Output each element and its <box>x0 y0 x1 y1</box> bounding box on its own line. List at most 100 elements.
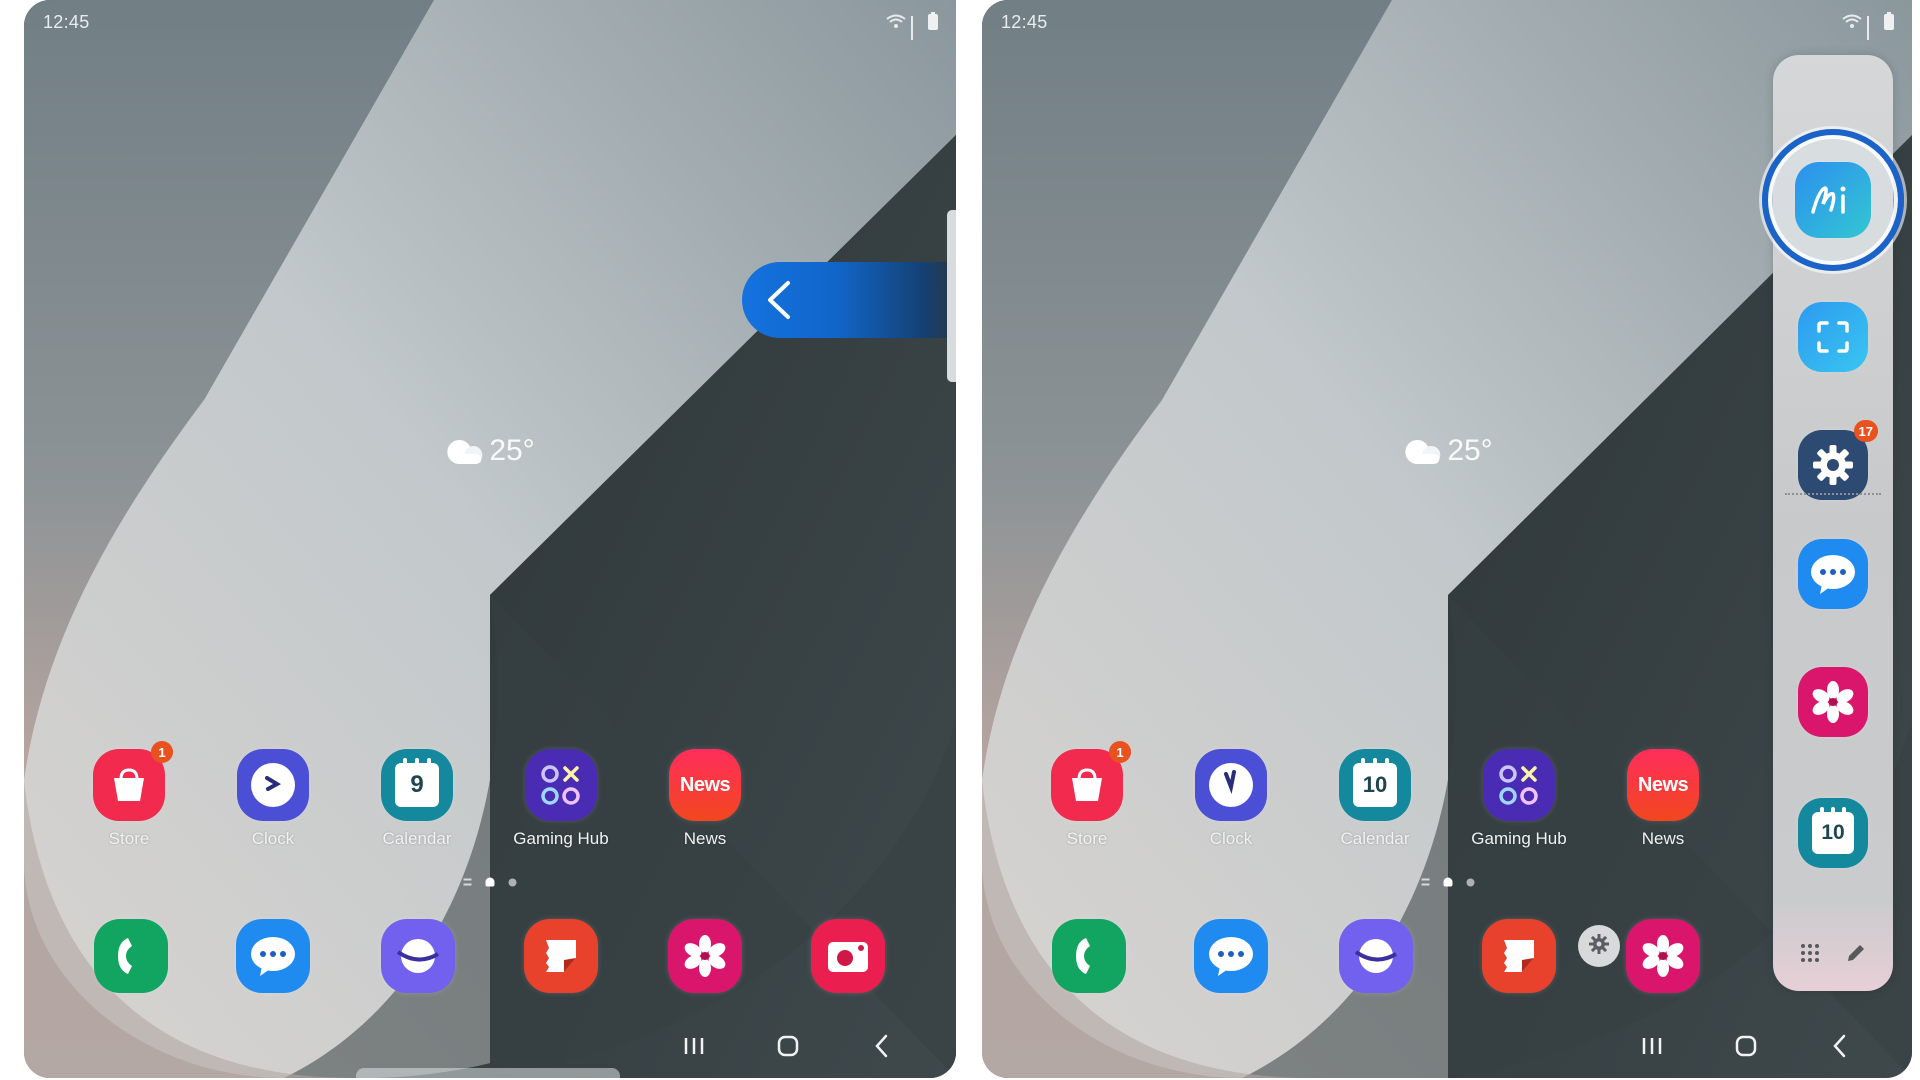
internet-icon <box>1339 919 1413 993</box>
gallery-icon <box>1626 919 1700 993</box>
weather-temperature: 25° <box>489 434 535 467</box>
left-phone-screen: 12:45 25° 1 Store Clock 9 Calendar Gamin… <box>24 0 956 1078</box>
battery-icon <box>1884 12 1894 30</box>
page-dot <box>508 878 517 886</box>
home-icon[interactable] <box>1731 1031 1761 1061</box>
edge-item-calendar[interactable]: 10 <box>1798 798 1868 868</box>
back-icon[interactable] <box>867 1031 897 1061</box>
calendar-day: 9 <box>410 771 424 798</box>
edge-item-messages[interactable] <box>1798 539 1868 609</box>
app-clock[interactable]: Clock <box>1181 749 1281 849</box>
internet-icon <box>381 919 455 993</box>
app-label: Clock <box>251 829 295 848</box>
app-label: Clock <box>1209 829 1253 848</box>
dock-internet[interactable] <box>1339 919 1413 993</box>
cloud-icon <box>445 438 485 464</box>
app-news[interactable]: News News <box>655 749 755 849</box>
dock-notes[interactable] <box>524 919 598 993</box>
wallpaper <box>24 0 956 1078</box>
app-label: Gaming Hub <box>513 829 609 848</box>
app-news[interactable]: News News <box>1613 749 1713 849</box>
wifi-icon <box>1842 14 1862 30</box>
edge-panel-footer <box>1773 942 1893 969</box>
edge-panel-swipe-handle[interactable] <box>742 262 956 338</box>
weather-widget[interactable]: 25° <box>1403 434 1493 468</box>
dock-messages[interactable] <box>1194 919 1268 993</box>
calendar-day: 10 <box>1362 772 1388 797</box>
messages-icon <box>1194 919 1268 993</box>
notification-badge: 1 <box>151 741 173 763</box>
dock-phone[interactable] <box>94 919 168 993</box>
page-indicator[interactable] <box>463 877 517 887</box>
wifi-icon <box>886 14 906 30</box>
edge-item-screen-capture[interactable] <box>1798 302 1868 372</box>
dock-gallery[interactable] <box>668 919 742 993</box>
app-calendar[interactable]: 10 Calendar <box>1325 749 1425 849</box>
page-indicator[interactable] <box>1421 877 1475 887</box>
shopping-bag-icon: 1 <box>93 741 173 821</box>
clock-icon <box>1195 749 1267 821</box>
status-bar: 12:45 <box>982 0 1912 44</box>
app-label: Calendar <box>1340 829 1410 848</box>
edge-item-gallery[interactable] <box>1798 667 1868 737</box>
home-icon[interactable] <box>773 1031 803 1061</box>
notification-badge: 1 <box>1109 741 1131 763</box>
clock-icon <box>237 749 309 821</box>
fold-hinge-indicator <box>356 1068 620 1078</box>
gallery-icon <box>668 919 742 993</box>
edge-panel-divider <box>1785 493 1881 495</box>
home-page-dot <box>1443 877 1453 887</box>
dock-internet[interactable] <box>381 919 455 993</box>
right-phone-screen: 12:45 25° 1 Store Clock 10 Calendar Gami… <box>982 0 1912 1078</box>
capture-frame-icon <box>1798 302 1868 372</box>
cloud-icon <box>1403 438 1443 464</box>
home-page-dot <box>485 877 495 887</box>
app-store[interactable]: 1 Store <box>79 741 179 849</box>
app-gaming-hub[interactable]: Gaming Hub <box>511 749 611 849</box>
app-label: Store <box>108 829 150 848</box>
navigation-bar <box>679 1026 897 1066</box>
news-icon: News <box>1627 749 1699 821</box>
signal-icon <box>1867 16 1879 40</box>
app-calendar[interactable]: 9 Calendar <box>367 749 467 849</box>
calendar-day: 10 <box>1821 821 1845 844</box>
edge-item-settings[interactable]: 17 <box>1798 420 1878 500</box>
messages-icon <box>1798 539 1868 609</box>
chevron-left-icon <box>764 280 794 325</box>
calendar-icon: 10 <box>1339 749 1411 821</box>
gaming-hub-icon <box>525 749 597 821</box>
apps-grid-icon[interactable] <box>1799 942 1821 969</box>
app-gaming-hub[interactable]: Gaming Hub <box>1469 749 1569 849</box>
gallery-icon <box>1798 667 1868 737</box>
recents-icon[interactable] <box>679 1031 709 1061</box>
calendar-icon: 10 <box>1798 798 1868 868</box>
app-label: Store <box>1066 829 1108 848</box>
app-label: News <box>1641 829 1685 848</box>
app-clock[interactable]: Clock <box>223 749 323 849</box>
edge-item-ai-select[interactable] <box>1795 162 1871 238</box>
recents-icon[interactable] <box>1637 1031 1667 1061</box>
camera-icon <box>811 919 885 993</box>
edge-panel-handle[interactable] <box>947 210 956 382</box>
gaming-hub-icon <box>1483 749 1555 821</box>
dock-messages[interactable] <box>236 919 310 993</box>
dock-notes[interactable] <box>1482 919 1556 993</box>
back-icon[interactable] <box>1825 1031 1855 1061</box>
notes-icon <box>1482 919 1556 993</box>
edge-panel: 17 10 <box>1762 55 1904 991</box>
weather-widget[interactable]: 25° <box>445 434 535 468</box>
edge-panel-settings-button[interactable] <box>1578 925 1620 967</box>
dock-camera[interactable] <box>811 919 885 993</box>
dock-gallery[interactable] <box>1626 919 1700 993</box>
edit-pencil-icon[interactable] <box>1845 942 1867 969</box>
gear-icon: 17 <box>1798 420 1878 500</box>
app-label: Calendar <box>382 829 452 848</box>
app-store[interactable]: 1 Store <box>1037 741 1137 849</box>
dock-phone[interactable] <box>1052 919 1126 993</box>
phone-icon <box>1052 919 1126 993</box>
page-dot <box>1466 878 1475 886</box>
shopping-bag-icon: 1 <box>1051 741 1131 821</box>
gear-icon <box>1588 933 1610 960</box>
news-icon: News <box>669 749 741 821</box>
messages-icon <box>236 919 310 993</box>
